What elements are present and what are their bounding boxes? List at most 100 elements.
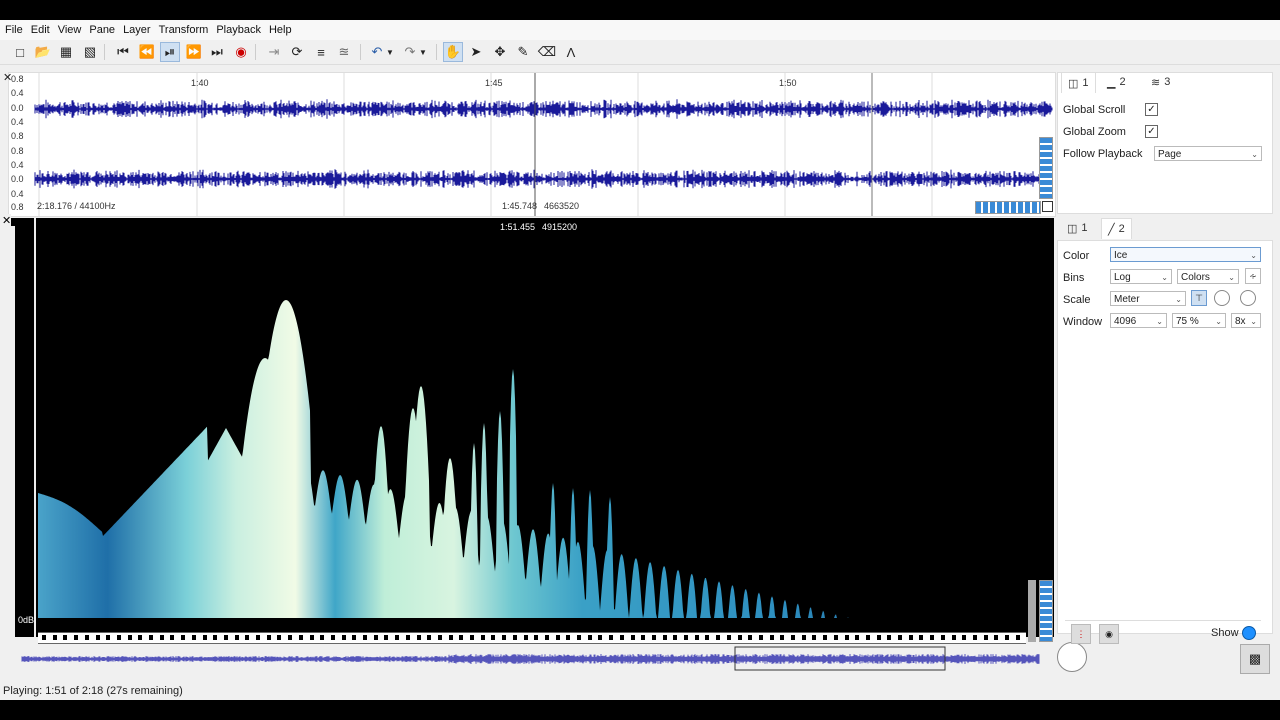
scale-select[interactable]: Meter ⌄	[1110, 291, 1186, 306]
overlap-select[interactable]: 75 % ⌄	[1172, 313, 1226, 328]
spectrum-cursor-time: 1:51.455	[500, 222, 536, 232]
navigate-hand-icon[interactable]: ✋	[443, 42, 463, 62]
bins-label: Bins	[1063, 272, 1085, 284]
rewind-icon[interactable]: ⏪	[137, 42, 157, 62]
menu-layer[interactable]: Layer	[120, 24, 154, 36]
global-scroll-checkbox[interactable]: ✓	[1145, 103, 1158, 116]
peak-icon[interactable]: ∻	[1245, 268, 1261, 284]
window-label: Window	[1063, 316, 1103, 328]
bars-icon: ▁	[1107, 76, 1116, 89]
menu-file[interactable]: File	[2, 24, 26, 36]
time-label: 1:50	[779, 78, 797, 88]
wave-icon: ≋	[1151, 76, 1161, 89]
y-label: 0.8	[11, 131, 24, 141]
show-toggle[interactable]	[1242, 626, 1256, 640]
color-select[interactable]: Ice ⌄	[1110, 247, 1261, 262]
toolbar: □ 📂 ▦ ▧ ⏮ ⏪ ⏯ ⏩ ⏭ ◉ ⇥ ⟳ ≡ ≊ ↶ ▼ ↷ ▼ ✋ ➤ …	[0, 40, 1280, 65]
sonic-visualiser-window: File Edit View Pane Layer Transform Play…	[0, 20, 1280, 700]
scale-label: Scale	[1063, 294, 1091, 306]
y-label: 0.4	[11, 88, 24, 98]
waveform-canvas	[34, 73, 1053, 216]
undo-icon[interactable]: ↶	[367, 42, 387, 62]
y-label: 0.8	[11, 202, 24, 212]
y-label: 0.0	[11, 103, 24, 113]
bins-mode-select[interactable]: Colors ⌄	[1177, 269, 1239, 284]
waveform-trace	[34, 99, 1053, 119]
menu-view[interactable]: View	[55, 24, 85, 36]
menu-edit[interactable]: Edit	[28, 24, 53, 36]
scroll-strip[interactable]	[1028, 580, 1036, 642]
tab-layer-3[interactable]: ≋ 3	[1145, 72, 1176, 92]
waveform-trace	[34, 169, 1053, 189]
vertical-zoom-wheel[interactable]	[1039, 580, 1053, 642]
y-label: 0.8	[11, 74, 24, 84]
y-label: 0.4	[11, 117, 24, 127]
spectrum-cursor-frame: 4915200	[542, 222, 578, 232]
spectrum-icon: ╱	[1108, 223, 1115, 236]
rewind-start-icon[interactable]: ⏮	[113, 42, 133, 62]
status-text: Playing: 1:51 of 2:18 (27s remaining)	[3, 685, 183, 697]
zoom-reset-button[interactable]	[1042, 201, 1053, 212]
menu-transform[interactable]: Transform	[156, 24, 212, 36]
play-selection-icon[interactable]: ⇥	[264, 42, 284, 62]
menu-help[interactable]: Help	[266, 24, 295, 36]
overview-strip[interactable]	[8, 644, 1054, 674]
follow-playback-label: Follow Playback	[1063, 148, 1143, 160]
menu-playback[interactable]: Playback	[213, 24, 264, 36]
measure-icon[interactable]: Λ	[561, 42, 581, 62]
overview-waveform	[21, 654, 1040, 664]
vertical-zoom-wheel[interactable]	[1039, 137, 1053, 199]
save-as-icon[interactable]: ▧	[80, 42, 100, 62]
playhead-time: 1:45.748	[502, 201, 538, 211]
loop-icon[interactable]: ⟳	[287, 42, 307, 62]
waveform-pane[interactable]: ✕ 0.8 0.4 0.0 0.4 0.8 0.8 0.4 0.0 0.4 0.…	[3, 72, 1056, 217]
gain-dial[interactable]	[1214, 290, 1230, 306]
y-label: 0.8	[11, 146, 24, 156]
pane-icon: ◫	[1068, 77, 1079, 90]
playhead-frame: 4663520	[544, 201, 580, 211]
record-icon[interactable]: ◉	[231, 42, 251, 62]
move-icon[interactable]: ✥	[490, 42, 510, 62]
follow-playback-select[interactable]: Page ⌄	[1154, 146, 1262, 161]
tab-layer-1[interactable]: ◫ 1	[1061, 72, 1096, 93]
db-label: 0dB	[18, 615, 35, 625]
spectrum-pane[interactable]: ✕ 1:51.455 4915200 0dB	[2, 214, 1054, 658]
forward-end-icon[interactable]: ⏭	[207, 42, 227, 62]
play-audio-icon[interactable]: ◉	[1099, 624, 1119, 644]
time-label: 1:45	[485, 78, 503, 88]
status-bar: Playing: 1:51 of 2:18 (27s remaining)	[0, 682, 1280, 700]
menu-pane[interactable]: Pane	[86, 24, 118, 36]
global-zoom-label: Global Zoom	[1063, 126, 1126, 138]
horizontal-zoom-wheel[interactable]	[975, 201, 1041, 214]
tab-layer-2[interactable]: ▁ 2	[1101, 72, 1132, 92]
oversample-select[interactable]: 8x ⌄	[1231, 313, 1261, 328]
play-pause-icon[interactable]: ⏯	[160, 42, 180, 62]
time-label: 1:40	[191, 78, 209, 88]
solo-icon[interactable]: ≡	[311, 42, 331, 62]
tab-pane-1[interactable]: ◫ 1	[1061, 218, 1094, 238]
y-label: 0.0	[11, 174, 24, 184]
draw-pencil-icon[interactable]: ✎	[513, 42, 533, 62]
property-panel: ◫ 1 ▁ 2 ≋ 3 Global Scroll ✓ Global Zoom ✓ F…	[1057, 72, 1273, 644]
fast-forward-icon[interactable]: ⏩	[184, 42, 204, 62]
new-file-icon[interactable]: □	[10, 42, 30, 62]
spectrum-canvas	[38, 300, 1028, 618]
global-zoom-checkbox[interactable]: ✓	[1145, 125, 1158, 138]
color-label: Color	[1063, 250, 1090, 262]
save-icon[interactable]: ▦	[56, 42, 76, 62]
erase-icon[interactable]: ⌫	[537, 42, 557, 62]
undo-menu-icon[interactable]: ▼	[385, 42, 395, 62]
speedup-icon[interactable]: ≊	[334, 42, 354, 62]
bins-select[interactable]: Log ⌄	[1110, 269, 1172, 284]
open-folder-icon[interactable]: 📂	[33, 42, 53, 62]
redo-menu-icon[interactable]: ▼	[418, 42, 428, 62]
y-label: 0.4	[11, 189, 24, 199]
threshold-dial[interactable]	[1240, 290, 1256, 306]
global-scroll-label: Global Scroll	[1063, 104, 1126, 116]
window-size-select[interactable]: 4096 ⌄	[1110, 313, 1167, 328]
normalize-icon[interactable]: ⊤	[1191, 290, 1207, 306]
redo-icon[interactable]: ↷	[400, 42, 420, 62]
layer-color-icon[interactable]: ⋮	[1071, 624, 1091, 644]
select-arrow-icon[interactable]: ➤	[466, 42, 486, 62]
tab-pane-2[interactable]: ╱ 2	[1101, 218, 1132, 239]
